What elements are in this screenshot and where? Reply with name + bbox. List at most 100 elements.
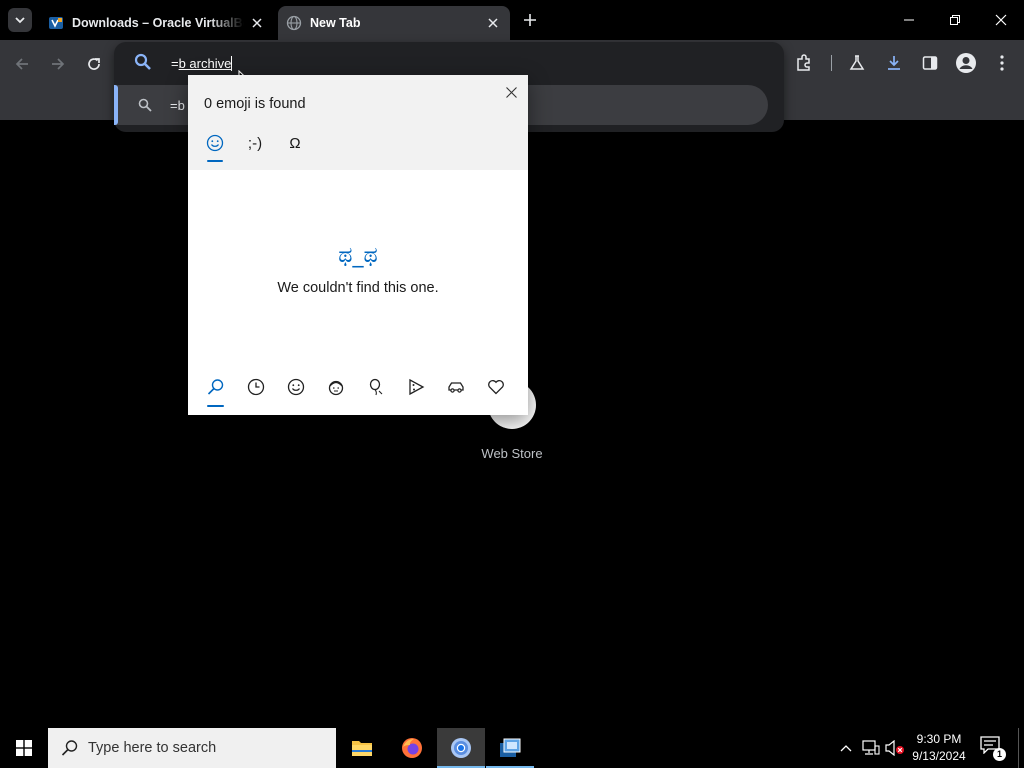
arrow-left-icon <box>15 58 28 70</box>
new-tab-button[interactable] <box>518 8 542 32</box>
tab-kaomoji[interactable]: ;-) <box>243 131 267 155</box>
avatar-icon <box>956 53 976 73</box>
empty-state-message: We couldn't find this one. <box>277 280 439 296</box>
active-tab-indicator <box>207 160 223 162</box>
close-icon <box>995 14 1007 26</box>
puzzle-icon <box>797 54 810 71</box>
clock-date: 9/13/2024 <box>912 749 966 763</box>
restore-icon <box>950 15 960 25</box>
notification-count: 1 <box>993 748 1006 761</box>
volume-tray-button[interactable] <box>885 738 905 758</box>
category-celebration[interactable] <box>365 376 387 398</box>
side-panel-icon <box>922 56 938 70</box>
labs-button[interactable] <box>845 51 869 75</box>
plus-icon <box>524 14 536 26</box>
action-center-button[interactable]: 1 <box>980 736 1006 761</box>
network-tray-button[interactable] <box>861 738 881 758</box>
minimize-icon <box>904 19 914 21</box>
suggestion-text: =b <box>170 98 185 113</box>
category-travel[interactable] <box>445 376 467 398</box>
virtualbox-icon <box>48 15 64 31</box>
close-icon[interactable] <box>248 14 266 32</box>
taskbar-clock[interactable]: 9:30 PM 9/13/2024 <box>906 731 972 765</box>
show-hidden-icons-button[interactable] <box>836 738 856 758</box>
emoji-panel: 0 emoji is found ;-) Ω ಥ_ಥ We couldn't f… <box>188 75 528 415</box>
tab-title: Downloads – Oracle VirtualBox <box>72 16 244 30</box>
car-icon <box>448 382 464 393</box>
result-count: 0 emoji is found <box>204 96 306 112</box>
search-icon <box>61 740 78 756</box>
show-desktop-button[interactable] <box>1018 728 1019 768</box>
category-smiley[interactable] <box>285 376 307 398</box>
category-people[interactable] <box>325 376 347 398</box>
text-caret <box>231 56 233 71</box>
arrow-right-icon <box>52 58 65 70</box>
close-icon[interactable] <box>484 14 502 32</box>
forward-button[interactable] <box>46 52 70 76</box>
tab-emoji[interactable] <box>203 131 227 155</box>
tab-new-tab[interactable]: New Tab <box>278 6 510 40</box>
close-panel-button[interactable] <box>502 83 520 101</box>
browser-tabstrip: Downloads – Oracle VirtualBox New Tab <box>0 0 1024 40</box>
person-face-icon <box>328 380 344 396</box>
profile-button[interactable] <box>954 51 978 75</box>
chevron-up-icon <box>840 745 852 752</box>
tab-title: New Tab <box>310 16 361 30</box>
kebab-menu-icon <box>1000 55 1004 71</box>
close-icon <box>505 86 517 98</box>
tab-symbols[interactable]: Ω <box>283 131 307 155</box>
downloads-button[interactable] <box>882 51 906 75</box>
balloon-icon <box>369 378 383 396</box>
taskbar-firefox[interactable] <box>388 728 436 768</box>
start-button[interactable] <box>0 728 48 768</box>
search-placeholder: Type here to search <box>88 740 217 756</box>
taskbar-chrome[interactable] <box>437 728 485 768</box>
category-search[interactable] <box>205 376 227 398</box>
download-icon <box>888 56 900 70</box>
close-window-button[interactable] <box>978 0 1024 40</box>
virtualbox-icon <box>500 738 521 757</box>
heart-icon <box>488 380 504 395</box>
folder-icon <box>352 741 372 756</box>
omnibox-prefix: = <box>171 56 179 71</box>
taskbar-search-box[interactable]: Type here to search <box>48 728 336 768</box>
category-recent[interactable] <box>245 376 267 398</box>
minimize-button[interactable] <box>886 0 932 40</box>
chrome-icon <box>451 738 471 758</box>
speaker-muted-icon <box>885 740 904 756</box>
smiley-icon <box>287 378 305 396</box>
restore-button[interactable] <box>932 0 978 40</box>
menu-button[interactable] <box>990 51 1014 75</box>
taskbar: Type here to search 9:30 PM 9/13/2024 1 <box>0 728 1024 768</box>
network-icon <box>862 740 880 755</box>
side-panel-button[interactable] <box>918 51 942 75</box>
toolbar-separator <box>831 55 832 71</box>
windows-logo-icon <box>16 740 32 756</box>
omnibox-typed-text: b archive <box>178 56 232 71</box>
reload-button[interactable] <box>82 52 106 76</box>
flask-icon <box>849 55 865 70</box>
category-food[interactable] <box>405 376 427 398</box>
pizza-icon <box>409 378 425 396</box>
clock-icon <box>247 378 265 396</box>
shortcut-label[interactable]: Web Store <box>462 446 562 461</box>
search-icon <box>207 379 224 395</box>
tab-downloads[interactable]: Downloads – Oracle VirtualBox <box>40 6 274 40</box>
search-icon <box>134 53 151 70</box>
chevron-down-icon <box>15 17 25 24</box>
smiley-icon <box>206 134 224 152</box>
firefox-icon <box>402 738 422 758</box>
extensions-button[interactable] <box>792 51 816 75</box>
back-button[interactable] <box>10 52 34 76</box>
taskbar-file-explorer[interactable] <box>338 728 386 768</box>
clock-time: 9:30 PM <box>916 732 962 746</box>
category-heart[interactable] <box>485 376 507 398</box>
tab-search-button[interactable] <box>8 8 32 32</box>
omnibox-input[interactable]: =b archive <box>171 56 233 71</box>
search-icon <box>138 98 152 112</box>
emoji-panel-header: 0 emoji is found ;-) Ω <box>188 75 528 170</box>
taskbar-virtualbox[interactable] <box>486 728 534 768</box>
reload-icon <box>88 58 100 70</box>
active-category-indicator <box>207 405 224 407</box>
empty-state-kaomoji: ಥ_ಥ <box>338 243 378 268</box>
